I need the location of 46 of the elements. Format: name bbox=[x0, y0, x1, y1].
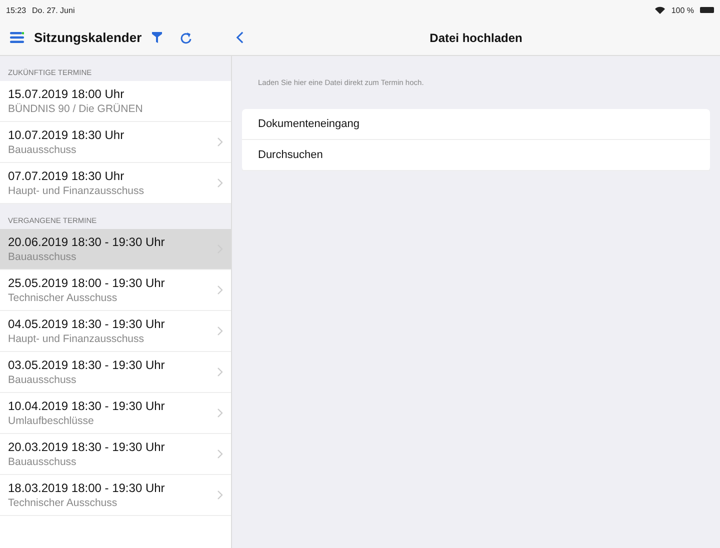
meeting-committee: Haupt- und Finanzausschuss bbox=[8, 333, 145, 345]
sidebar-title: Sitzungskalender bbox=[34, 30, 142, 45]
meeting-date: 25.05.2019 18:00 - 19:30 Uhr bbox=[8, 276, 166, 290]
chevron-icon bbox=[217, 449, 223, 459]
wifi-icon bbox=[655, 6, 666, 14]
meeting-committee: Bauausschuss bbox=[8, 374, 78, 386]
back-icon bbox=[236, 31, 244, 44]
meeting-committee: Bauausschuss bbox=[8, 456, 78, 468]
meeting-committee: BÜNDNIS 90 / Die GRÜNEN bbox=[8, 103, 144, 115]
meeting-date: 20.03.2019 18:30 - 19:30 Uhr bbox=[8, 440, 166, 454]
status-date: Do. 27. Juni bbox=[32, 6, 75, 14]
menu-icon bbox=[10, 32, 24, 43]
filter-icon bbox=[152, 32, 162, 43]
meeting-date: 07.07.2019 18:30 Uhr bbox=[8, 169, 126, 183]
chevron-icon bbox=[217, 285, 223, 295]
meeting-date: 20.06.2019 18:30 - 19:30 Uhr bbox=[8, 235, 166, 249]
filter-button[interactable] bbox=[152, 32, 162, 43]
meeting-date: 10.04.2019 18:30 - 19:30 Uhr bbox=[8, 399, 166, 413]
meeting-committee: Technischer Ausschuss bbox=[8, 497, 118, 509]
meeting-committee: Bauausschuss bbox=[8, 144, 78, 156]
meeting-item[interactable]: 20.06.2019 18:30 - 19:30 Uhr Bauausschuss bbox=[0, 229, 231, 270]
refresh-icon bbox=[180, 32, 192, 44]
meeting-date: 03.05.2019 18:30 - 19:30 Uhr bbox=[8, 358, 166, 372]
chevron-icon bbox=[217, 408, 223, 418]
status-time: 15:23 bbox=[6, 6, 26, 14]
meeting-date: 18.03.2019 18:00 - 19:30 Uhr bbox=[8, 481, 166, 495]
page-title: Datei hochladen bbox=[428, 30, 524, 44]
chevron-icon bbox=[217, 326, 223, 336]
meeting-committee: Umlaufbeschlüsse bbox=[8, 415, 95, 427]
back-button[interactable] bbox=[236, 31, 244, 44]
upload-option[interactable]: Dokumenteneingang bbox=[242, 109, 710, 140]
menu-button[interactable] bbox=[10, 32, 24, 43]
chevron-icon bbox=[217, 178, 223, 188]
chevron-icon bbox=[217, 490, 223, 500]
meeting-date: 15.07.2019 18:00 Uhr bbox=[8, 87, 126, 101]
upload-option[interactable]: Durchsuchen bbox=[242, 140, 710, 171]
meeting-committee: Haupt- und Finanzausschuss bbox=[8, 185, 145, 197]
chevron-icon bbox=[217, 137, 223, 147]
battery-percent: 100 % bbox=[671, 6, 694, 14]
battery-icon bbox=[700, 7, 714, 13]
meeting-date: 04.05.2019 18:30 - 19:30 Uhr bbox=[8, 317, 166, 331]
chevron-icon bbox=[217, 367, 223, 377]
meeting-date: 10.07.2019 18:30 Uhr bbox=[8, 128, 126, 142]
refresh-button[interactable] bbox=[180, 32, 192, 44]
meeting-committee: Technischer Ausschuss bbox=[8, 292, 118, 304]
meeting-committee: Bauausschuss bbox=[8, 251, 78, 263]
